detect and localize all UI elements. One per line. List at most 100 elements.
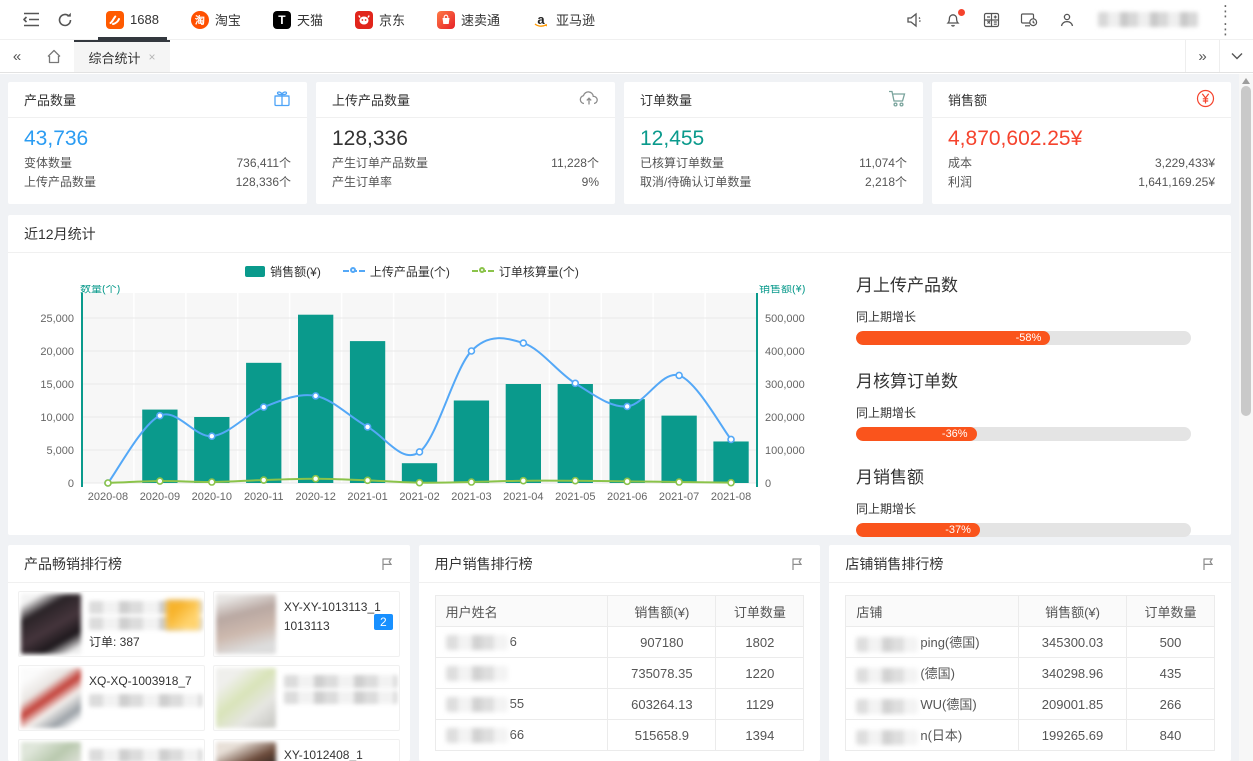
- stat-card-subrow: 产生订单产品数量11,228个: [332, 154, 599, 173]
- product-card[interactable]: XY-XY-1013113_110131132: [213, 591, 400, 657]
- home-icon[interactable]: [34, 40, 74, 72]
- subrow-label: 变体数量: [24, 154, 72, 173]
- service-monitor-icon[interactable]: [1012, 0, 1046, 40]
- marketplace-tmall-icon: T: [273, 11, 291, 29]
- flag-icon[interactable]: [790, 557, 804, 571]
- svg-text:2021-07: 2021-07: [659, 491, 699, 503]
- user-icon[interactable]: [1050, 0, 1084, 40]
- calculator-icon[interactable]: [974, 0, 1008, 40]
- name-visible-suffix: 6: [510, 634, 517, 649]
- product-grid: 订单: 387XY-XY-1013113_110131132XQ-XQ-1003…: [8, 583, 410, 761]
- table-row: ping(德国)345300.03500: [846, 627, 1215, 658]
- marketplace-tab-label: 1688: [130, 12, 159, 27]
- legend-label: 订单核算量(个): [499, 263, 579, 280]
- stat-card-subrow: 变体数量736,411个: [24, 154, 291, 173]
- subrow-value: 11,228个: [551, 154, 599, 173]
- svg-text:2021-06: 2021-06: [607, 491, 647, 503]
- stat-card-header: 订单数量: [624, 82, 923, 118]
- marketplace-tab-1688[interactable]: 1688: [90, 0, 175, 40]
- menu-fold-icon[interactable]: [14, 0, 48, 40]
- redacted-name: [446, 666, 508, 681]
- stat-card: 产品数量43,736变体数量736,411个上传产品数量128,336个: [8, 82, 307, 204]
- marketplace-tab-label: 淘宝: [215, 10, 241, 29]
- legend-item[interactable]: 订单核算量(个): [472, 263, 579, 280]
- marketplace-tab-速卖通[interactable]: 速卖通: [421, 0, 516, 40]
- legend-item[interactable]: 销售额(¥): [245, 263, 321, 280]
- svg-text:0: 0: [765, 478, 771, 490]
- product-image-redacted: [216, 668, 276, 728]
- growth-title: 月核算订单数: [856, 367, 1191, 392]
- tabs-scroll-left-icon[interactable]: «: [0, 40, 34, 72]
- announcement-icon[interactable]: [898, 0, 932, 40]
- stat-card-body: 128,336产生订单产品数量11,228个产生订单率9%: [316, 118, 615, 192]
- orders-cell: 1394: [716, 720, 804, 751]
- marketplace-tab-label: 速卖通: [461, 10, 500, 29]
- tabs-scroll-right-icon[interactable]: »: [1185, 40, 1219, 72]
- product-card[interactable]: 订单: 387: [18, 591, 205, 657]
- tabs-dropdown-icon[interactable]: [1219, 40, 1253, 72]
- stat-card: 上传产品数量128,336产生订单产品数量11,228个产生订单率9%: [316, 82, 615, 204]
- growth-progress-fill: -37%: [856, 523, 980, 537]
- growth-progress-fill: -58%: [856, 331, 1050, 345]
- redacted-name: [856, 699, 918, 714]
- legend-item[interactable]: 上传产品量(个): [343, 263, 450, 280]
- name-visible-suffix: 55: [510, 696, 524, 711]
- notification-bell-icon[interactable]: [936, 0, 970, 40]
- table-row: 69071801802: [435, 627, 804, 658]
- marketplace-tab-label: 京东: [379, 10, 405, 29]
- product-card[interactable]: XY-1012408_1: [213, 739, 400, 761]
- column-header: 用户姓名: [435, 596, 608, 627]
- legend-label: 销售额(¥): [270, 263, 321, 280]
- stat-card-header: 销售额: [932, 82, 1231, 118]
- stat-card-body: 12,455已核算订单数量11,074个取消/待确认订单数量2,218个: [624, 118, 923, 192]
- sales-cell: 199265.69: [1019, 720, 1127, 751]
- cart-icon: [888, 90, 907, 110]
- marketplace-tab-京东[interactable]: 京东: [339, 0, 421, 40]
- tab-close-icon[interactable]: ×: [149, 50, 156, 64]
- table-row: 55603264.131129: [435, 689, 804, 720]
- subrow-value: 1,641,169.25¥: [1138, 173, 1215, 192]
- marketplace-tab-天猫[interactable]: T天猫: [257, 0, 339, 40]
- marketplace-tab-亚马逊[interactable]: a亚马逊: [516, 0, 611, 40]
- username-redacted[interactable]: [1098, 12, 1198, 27]
- redacted-text: [89, 749, 202, 761]
- shop-ranking-title: 店铺销售排行榜: [845, 554, 943, 574]
- subrow-label: 产生订单率: [332, 173, 392, 192]
- table-row: 735078.351220: [435, 658, 804, 689]
- combo-chart[interactable]: 005,000100,00010,000200,00015,000300,000…: [12, 285, 812, 532]
- marketplace-tab-淘宝[interactable]: 淘淘宝: [175, 0, 257, 40]
- svg-text:2021-08: 2021-08: [711, 491, 751, 503]
- monthly-stats-panel: 近12月统计 销售额(¥)上传产品量(个)订单核算量(个) 005,000100…: [8, 215, 1231, 535]
- legend-line-swatch: [472, 266, 494, 276]
- sales-cell: 209001.85: [1019, 689, 1127, 720]
- product-image-redacted: [216, 594, 276, 654]
- svg-text:2020-08: 2020-08: [88, 491, 128, 503]
- redacted-name: [446, 635, 508, 650]
- svg-text:0: 0: [68, 478, 74, 490]
- more-menu-icon[interactable]: ⋮⋮: [1212, 2, 1239, 38]
- marketplace-1688-icon: [106, 11, 124, 29]
- vertical-scrollbar[interactable]: [1239, 74, 1253, 761]
- flag-icon[interactable]: [380, 557, 394, 571]
- flag-icon[interactable]: [1201, 557, 1215, 571]
- product-ranking-title: 产品畅销排行榜: [24, 554, 122, 574]
- redacted-name: [446, 728, 508, 743]
- growth-sublabel: 同上期增长: [856, 404, 1191, 421]
- scrollbar-thumb[interactable]: [1241, 86, 1251, 416]
- stat-card-title: 上传产品数量: [332, 90, 410, 109]
- product-card[interactable]: XQ-XQ-1003918_7: [18, 665, 205, 731]
- user-name-cell: 66: [435, 720, 608, 751]
- stat-card-title: 订单数量: [640, 90, 692, 109]
- product-image-redacted: [216, 742, 276, 761]
- shop-ranking-table: 店铺销售额(¥)订单数量ping(德国)345300.03500(德国)3402…: [829, 595, 1231, 751]
- redacted-thumbnail: [166, 600, 200, 630]
- refresh-icon[interactable]: [48, 0, 82, 40]
- tab-comprehensive-stats[interactable]: 综合统计 ×: [74, 40, 170, 72]
- scrollbar-up-arrow[interactable]: [1242, 78, 1250, 84]
- legend-line-swatch: [343, 266, 365, 276]
- product-card[interactable]: [213, 665, 400, 731]
- legend-bar-swatch: [245, 266, 265, 277]
- product-card[interactable]: [18, 739, 205, 761]
- svg-text:2021-05: 2021-05: [555, 491, 595, 503]
- user-ranking-table: 用户姓名销售额(¥)订单数量69071801802735078.35122055…: [419, 595, 821, 751]
